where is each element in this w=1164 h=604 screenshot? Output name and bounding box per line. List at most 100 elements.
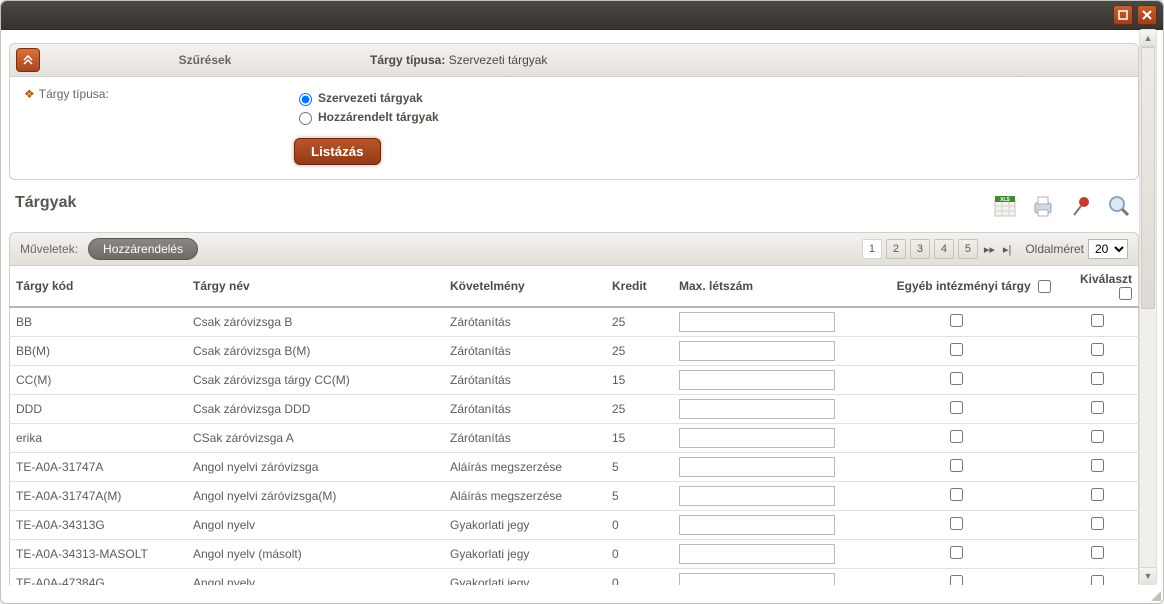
cell-name: Angol nyelvi záróvizsga: [187, 453, 444, 482]
max-input[interactable]: [679, 312, 835, 332]
col-credit[interactable]: Kredit: [606, 266, 673, 307]
page-3[interactable]: 3: [910, 239, 930, 259]
scrollbar[interactable]: ▲ ▼: [1139, 29, 1157, 585]
select-checkbox[interactable]: [1091, 372, 1104, 385]
other-inst-checkbox[interactable]: [950, 459, 963, 472]
max-input[interactable]: [679, 544, 835, 564]
maximize-button[interactable]: [1113, 5, 1133, 25]
pager: 1 2 3 4 5 ▸▸ ▸| Oldalméret 20: [862, 239, 1128, 259]
cell-req: Zárótanítás: [444, 395, 606, 424]
page-next[interactable]: ▸▸: [982, 243, 997, 256]
select-checkbox[interactable]: [1091, 343, 1104, 356]
table-row: DDDCsak záróvizsga DDDZárótanítás25: [10, 395, 1139, 424]
col-select-label[interactable]: Kiválaszt: [1080, 272, 1132, 286]
table-row: TE-A0A-47384GAngol nyelvGyakorlati jegy0: [10, 569, 1139, 585]
data-table: Tárgy kód Tárgy név Követelmény Kredit M…: [9, 266, 1139, 585]
select-checkbox[interactable]: [1091, 517, 1104, 530]
page-size-label: Oldalméret: [1025, 242, 1084, 256]
header-row: Tárgy kód Tárgy név Követelmény Kredit M…: [10, 266, 1139, 307]
cell-name: Angol nyelvi záróvizsga(M): [187, 482, 444, 511]
cell-name: Csak záróvizsga tárgy CC(M): [187, 366, 444, 395]
col-name[interactable]: Tárgy név: [187, 266, 444, 307]
cell-other-inst: [855, 395, 1057, 424]
filter-controls: Szervezeti tárgyak Hozzárendelt tárgyak …: [294, 87, 1128, 165]
select-checkbox[interactable]: [1091, 488, 1104, 501]
resize-handle[interactable]: [1147, 587, 1161, 601]
other-inst-checkbox[interactable]: [950, 546, 963, 559]
other-inst-checkbox[interactable]: [950, 401, 963, 414]
print-icon[interactable]: [1029, 192, 1057, 220]
cell-credit: 15: [606, 424, 673, 453]
cell-credit: 5: [606, 453, 673, 482]
radio-assigned[interactable]: [299, 112, 312, 125]
cell-code: TE-A0A-47384G: [10, 569, 188, 585]
toolbar: XLS: [9, 192, 1133, 220]
page-last[interactable]: ▸|: [1001, 243, 1013, 256]
radio-assigned-label: Hozzárendelt tárgyak: [318, 110, 439, 124]
other-inst-checkbox[interactable]: [950, 575, 963, 585]
cell-code: TE-A0A-31747A: [10, 453, 188, 482]
select-checkbox[interactable]: [1091, 401, 1104, 414]
select-checkbox[interactable]: [1091, 575, 1104, 585]
cell-max: [673, 540, 855, 569]
pin-icon[interactable]: [1067, 192, 1095, 220]
max-input[interactable]: [679, 515, 835, 535]
other-inst-checkbox[interactable]: [950, 343, 963, 356]
export-xls-icon[interactable]: XLS: [991, 192, 1019, 220]
filter-subtitle-value: Szervezeti tárgyak: [449, 53, 548, 67]
col-max[interactable]: Max. létszám: [673, 266, 855, 307]
other-inst-checkbox[interactable]: [950, 314, 963, 327]
cell-code: TE-A0A-34313G: [10, 511, 188, 540]
cell-select: [1057, 511, 1139, 540]
other-inst-checkbox[interactable]: [950, 488, 963, 501]
close-button[interactable]: [1137, 5, 1157, 25]
cell-code: TE-A0A-34313-MASOLT: [10, 540, 188, 569]
cell-other-inst: [855, 540, 1057, 569]
filter-subtitle-label: Tárgy típusa:: [370, 53, 445, 67]
assign-button[interactable]: Hozzárendelés: [88, 238, 198, 260]
table-body: BBCsak záróvizsga BZárótanítás25BB(M)Csa…: [10, 307, 1139, 585]
select-checkbox[interactable]: [1091, 430, 1104, 443]
max-input[interactable]: [679, 341, 835, 361]
cell-code: BB(M): [10, 337, 188, 366]
list-button[interactable]: Listázás: [294, 138, 381, 165]
cell-select: [1057, 366, 1139, 395]
scroll-thumb[interactable]: [1141, 47, 1155, 309]
cell-max: [673, 337, 855, 366]
page-4[interactable]: 4: [934, 239, 954, 259]
col-select-all[interactable]: [1119, 287, 1132, 300]
select-checkbox[interactable]: [1091, 314, 1104, 327]
collapse-button[interactable]: [16, 48, 40, 72]
cell-select: [1057, 453, 1139, 482]
other-inst-checkbox[interactable]: [950, 372, 963, 385]
cell-code: CC(M): [10, 366, 188, 395]
cell-req: Gyakorlati jegy: [444, 569, 606, 585]
page-1[interactable]: 1: [862, 239, 882, 259]
table-row: TE-A0A-31747AAngol nyelvi záróvizsgaAláí…: [10, 453, 1139, 482]
max-input[interactable]: [679, 428, 835, 448]
col-req[interactable]: Követelmény: [444, 266, 606, 307]
dialog-window: Szűrések Tárgy típusa: Szervezeti tárgya…: [0, 0, 1164, 604]
cell-other-inst: [855, 424, 1057, 453]
page-size-select[interactable]: 20: [1088, 239, 1128, 259]
col-code[interactable]: Tárgy kód: [10, 266, 188, 307]
max-input[interactable]: [679, 370, 835, 390]
col-other-inst-all[interactable]: [1038, 280, 1051, 293]
other-inst-checkbox[interactable]: [950, 517, 963, 530]
radio-org[interactable]: [299, 93, 312, 106]
col-other-inst-label[interactable]: Egyéb intézményi tárgy: [897, 279, 1031, 293]
max-input[interactable]: [679, 573, 835, 585]
max-input[interactable]: [679, 486, 835, 506]
page-2[interactable]: 2: [886, 239, 906, 259]
max-input[interactable]: [679, 457, 835, 477]
cell-code: TE-A0A-31747A(M): [10, 482, 188, 511]
scroll-down-button[interactable]: ▼: [1140, 567, 1156, 584]
cell-other-inst: [855, 307, 1057, 337]
max-input[interactable]: [679, 399, 835, 419]
search-icon[interactable]: [1105, 192, 1133, 220]
select-checkbox[interactable]: [1091, 459, 1104, 472]
select-checkbox[interactable]: [1091, 546, 1104, 559]
page-5[interactable]: 5: [958, 239, 978, 259]
other-inst-checkbox[interactable]: [950, 430, 963, 443]
scroll-up-button[interactable]: ▲: [1140, 30, 1156, 47]
